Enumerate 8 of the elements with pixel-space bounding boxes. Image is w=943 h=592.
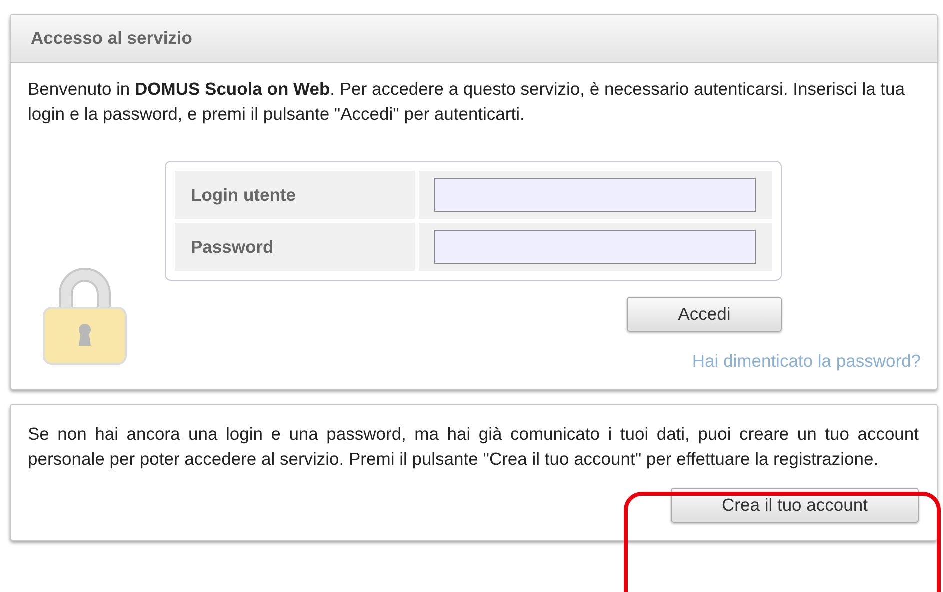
field-label: Login utente [175, 171, 415, 219]
field-label: Password [175, 223, 415, 271]
input-field[interactable] [434, 230, 756, 264]
panel-title: Accesso al servizio [31, 28, 192, 49]
register-text: Se non hai ancora una login e una password, ma hai già comunicato i tuoi dati, puoi creare un tuo account personale per poter accedere al servizio. Premi il pulsante "Crea il tuo account" per effettuare la registrazione. [28, 423, 919, 471]
login-button[interactable]: Accedi [627, 297, 782, 332]
intro-text: Benvenuto in DOMUS Scuola on Web. Per accedere a questo servizio, è necessario autenticarsi. Inserisci la tua login e la password, e premi il pulsante "Accedi" per autenticarti. [28, 78, 906, 126]
input-field[interactable] [434, 178, 756, 212]
